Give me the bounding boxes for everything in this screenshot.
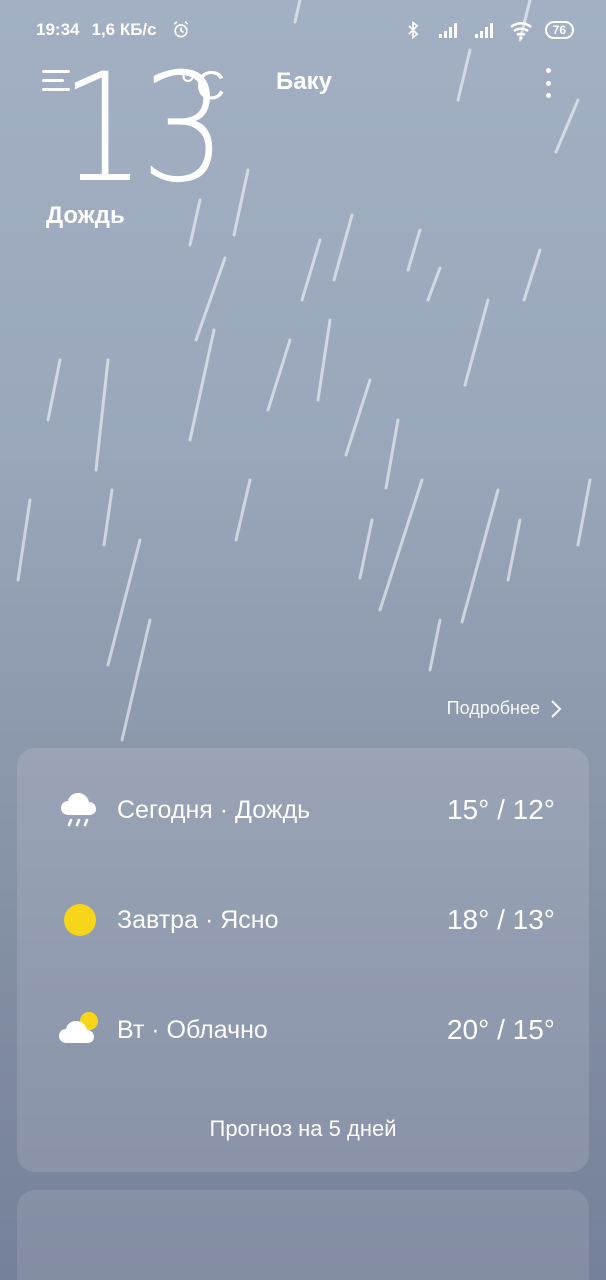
forecast-card: Сегодня · Дождь 15° / 12° Завтра · Ясно … <box>17 748 589 1172</box>
five-day-forecast-button[interactable]: Прогноз на 5 дней <box>17 1116 589 1142</box>
city-name[interactable]: Баку <box>276 68 332 96</box>
partly-cloudy-icon <box>59 1012 98 1043</box>
forecast-row-tuesday[interactable]: Вт · Облачно 20° / 15° <box>17 1000 589 1060</box>
bluetooth-icon <box>407 20 419 40</box>
wifi-icon <box>509 22 532 40</box>
dot <box>545 80 551 86</box>
dot <box>545 68 551 73</box>
alarm-icon <box>173 21 188 38</box>
secondary-card <box>17 1190 589 1280</box>
battery-indicator: 76 <box>544 21 574 39</box>
status-right: 76 <box>401 20 574 40</box>
dot <box>545 93 551 98</box>
forecast-label-tomorrow: Завтра · Ясно <box>117 905 279 934</box>
status-net-speed: 1,6 КБ/с <box>91 20 157 39</box>
signal-icon-2 <box>474 23 493 38</box>
temperature-unit: °C <box>180 64 225 108</box>
details-link[interactable]: Подробнее <box>447 698 562 719</box>
forecast-temps-tomorrow: 18° / 13° <box>446 904 555 935</box>
forecast-temps-today: 15° / 12° <box>446 794 555 825</box>
rain-cloud-icon <box>61 793 96 827</box>
forecast-label-today: Сегодня · Дождь <box>117 795 311 824</box>
signal-icon <box>438 23 457 38</box>
forecast-row-today[interactable]: Сегодня · Дождь 15° / 12° <box>17 780 589 840</box>
details-label: Подробнее <box>446 698 540 718</box>
status-time: 19:34 <box>36 20 80 39</box>
more-options-icon[interactable] <box>543 68 553 98</box>
forecast-temps-tuesday: 20° / 15° <box>446 1014 555 1045</box>
forecast-label-tuesday: Вт · Облачно <box>117 1015 268 1044</box>
sun-icon <box>64 904 96 936</box>
chevron-right-icon <box>551 699 562 718</box>
current-condition: Дождь <box>46 202 125 229</box>
status-left: 19:34 1,6 КБ/с <box>36 20 193 40</box>
forecast-row-tomorrow[interactable]: Завтра · Ясно 18° / 13° <box>17 890 589 950</box>
